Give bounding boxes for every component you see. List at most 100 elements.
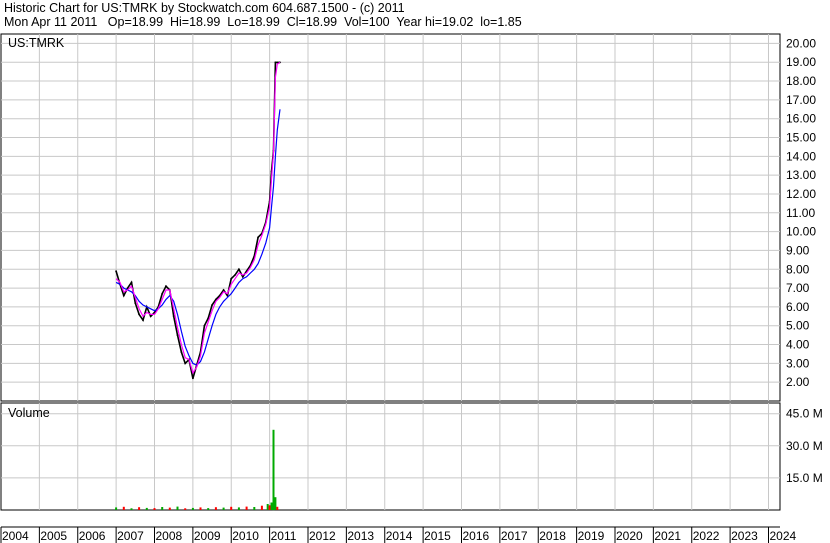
x-tick-label: 2010 <box>232 529 259 543</box>
x-tick-label: 2020 <box>616 529 643 543</box>
volume-bar <box>266 504 269 510</box>
price-y-tick-label: 20.00 <box>786 36 816 50</box>
price-y-tick-label: 14.00 <box>786 149 816 163</box>
x-tick-label: 2023 <box>731 529 758 543</box>
price-y-axis: 2.00 3.00 4.00 5.00 6.00 7.00 8.00 9.00 10.00 11.… <box>786 36 816 389</box>
volume-bar <box>237 507 240 510</box>
close-point <box>165 285 167 288</box>
x-tick-label: 2022 <box>693 529 720 543</box>
volume-bar <box>268 505 271 510</box>
volume-panel-label: Volume <box>8 406 50 420</box>
price-y-tick-label: 6.00 <box>786 300 810 314</box>
price-panel-frame <box>0 33 781 402</box>
close-point <box>142 319 144 321</box>
volume-bar <box>214 507 217 510</box>
price-y-tick-label: 16.00 <box>786 112 816 126</box>
volume-bar <box>153 508 156 510</box>
price-y-tick-label: 11.00 <box>786 206 815 220</box>
price-y-tick-label: 5.00 <box>786 319 810 333</box>
close-point <box>115 270 117 272</box>
volume-y-tick-label: 45.0 M <box>786 407 823 421</box>
close-point <box>192 377 194 380</box>
price-y-tick-label: 15.00 <box>786 131 816 145</box>
price-y-tick-label: 9.00 <box>786 243 810 257</box>
volume-bar <box>191 507 194 510</box>
x-axis-ticks: 2004 2005 2006 2007 2008 2009 2010 2011 2012 2013… <box>0 527 797 543</box>
close-point <box>134 302 137 304</box>
x-tick-label: 2017 <box>501 529 528 543</box>
volume-bar <box>145 507 148 510</box>
price-y-tick-label: 19.00 <box>786 55 816 69</box>
price-y-tick-label: 4.00 <box>786 338 810 352</box>
price-panel: 2.00 3.00 4.00 5.00 6.00 7.00 8.00 9.00 10.00 11.… <box>0 33 816 402</box>
x-axis: 2004 2005 2006 2007 2008 2009 2010 2011 2012 2013… <box>0 526 797 543</box>
chart-canvas: 2.00 3.00 4.00 5.00 6.00 7.00 8.00 9.00 10.00 11.… <box>0 33 823 543</box>
price-y-tick-label: 17.00 <box>786 93 816 107</box>
x-tick-label: 2011 <box>271 529 297 543</box>
close-point <box>257 236 259 239</box>
price-y-tick-label: 7.00 <box>786 281 810 295</box>
volume-bar <box>270 502 273 510</box>
price-y-tick-label: 10.00 <box>786 225 816 239</box>
volume-bar <box>274 497 277 510</box>
close-point <box>203 324 206 327</box>
close-point <box>230 277 233 280</box>
price-panel-label: US:TMRK <box>8 36 65 50</box>
x-tick-label: 2008 <box>155 529 182 543</box>
price-y-tick-label: 18.00 <box>786 74 816 88</box>
x-tick-label: 2021 <box>654 529 681 543</box>
volume-y-tick-label: 30.0 M <box>786 439 823 453</box>
close-point <box>172 315 175 318</box>
volume-panel-frame <box>0 402 781 511</box>
volume-bar <box>222 507 225 510</box>
close-point <box>234 274 237 276</box>
volume-bar <box>184 508 187 510</box>
volume-y-tick-label: 15.0 M <box>786 471 823 485</box>
volume-bar <box>122 506 125 510</box>
close-point <box>149 315 152 318</box>
x-tick-label: 2012 <box>309 529 336 543</box>
close-point <box>274 61 277 64</box>
x-tick-label: 2007 <box>117 529 144 543</box>
close-point <box>138 313 141 316</box>
price-y-tick-label: 12.00 <box>786 187 816 201</box>
volume-bar <box>115 507 118 510</box>
volume-y-axis: 15.0 M 30.0 M 45.0 M <box>786 407 823 485</box>
x-tick-label: 2018 <box>539 529 566 543</box>
close-point <box>180 351 183 353</box>
volume-bar <box>176 506 179 510</box>
close-point <box>184 362 187 365</box>
close-point <box>238 268 240 271</box>
x-tick-label: 2015 <box>424 529 451 543</box>
close-point <box>241 275 244 278</box>
close-point <box>222 289 225 291</box>
price-y-tick-label: 13.00 <box>786 168 816 182</box>
volume-bar <box>245 506 248 510</box>
volume-bar <box>260 505 263 510</box>
close-point <box>211 304 214 306</box>
x-tick-label: 2004 <box>2 529 29 543</box>
volume-bar <box>276 506 279 510</box>
x-tick-label: 2013 <box>347 529 374 543</box>
x-tick-label: 2009 <box>194 529 221 543</box>
x-tick-label: 2016 <box>462 529 489 543</box>
close-point <box>130 281 133 284</box>
close-point <box>122 294 125 297</box>
x-tick-label: 2005 <box>40 529 67 543</box>
volume-bar <box>230 506 233 510</box>
x-tick-label: 2019 <box>578 529 605 543</box>
close-point <box>161 292 164 295</box>
volume-bar <box>207 508 210 510</box>
volume-bar <box>161 507 164 510</box>
price-y-tick-label: 2.00 <box>786 375 810 389</box>
x-tick-label: 2006 <box>79 529 106 543</box>
close-point <box>176 334 179 336</box>
volume-bar <box>130 508 133 510</box>
price-y-tick-label: 8.00 <box>786 262 810 276</box>
price-y-tick-label: 3.00 <box>786 356 810 370</box>
volume-bar <box>253 507 256 510</box>
volume-bar <box>168 507 171 510</box>
volume-bar <box>138 507 141 510</box>
x-tick-label: 2024 <box>769 529 796 543</box>
x-tick-label: 2014 <box>386 529 413 543</box>
